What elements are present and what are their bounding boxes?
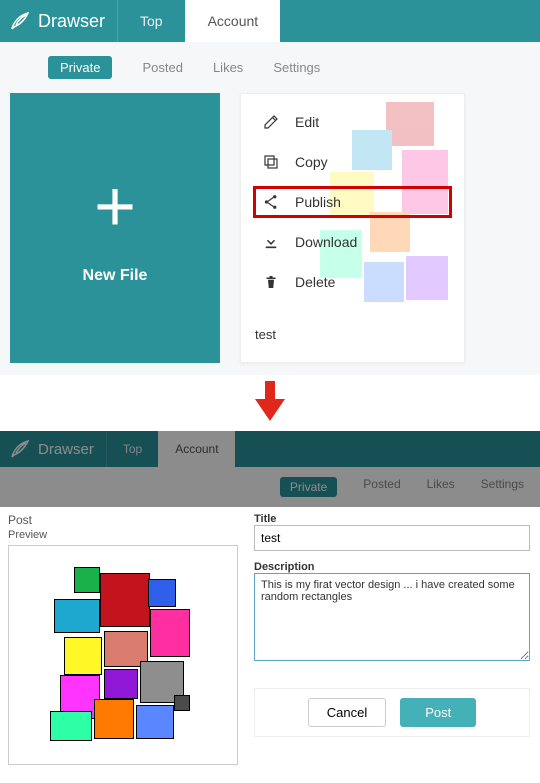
menu-copy[interactable]: Copy bbox=[255, 148, 450, 176]
menu-download[interactable]: Download bbox=[255, 228, 450, 256]
file-context-menu: Edit Copy Publish Download Delete bbox=[255, 108, 450, 296]
brand-dimmed: Drawser bbox=[0, 431, 106, 467]
file-name: test bbox=[255, 327, 276, 342]
preview-label: Preview bbox=[8, 529, 238, 541]
menu-edit-label: Edit bbox=[295, 114, 319, 130]
menu-publish-label: Publish bbox=[295, 194, 341, 210]
trash-icon bbox=[261, 272, 281, 292]
subtab-settings[interactable]: Settings bbox=[273, 60, 320, 75]
brand-name: Drawser bbox=[38, 11, 105, 32]
subtab-settings-dimmed: Settings bbox=[481, 477, 524, 497]
dialog-buttons: Cancel Post bbox=[254, 688, 530, 737]
state-before: Drawser Top Account Private Posted Likes… bbox=[0, 0, 540, 375]
preview-box bbox=[8, 545, 238, 765]
post-heading: Post bbox=[8, 513, 238, 527]
tab-account[interactable]: Account bbox=[185, 0, 281, 42]
artwork-preview bbox=[48, 565, 198, 745]
tab-top[interactable]: Top bbox=[117, 0, 185, 42]
description-label: Description bbox=[254, 561, 530, 573]
state-after: Drawser Top Account Private Posted Likes… bbox=[0, 431, 540, 783]
tab-account-dimmed: Account bbox=[158, 431, 234, 467]
tab-top-dimmed: Top bbox=[106, 431, 158, 467]
plus-icon: + bbox=[94, 171, 136, 243]
menu-download-label: Download bbox=[295, 234, 357, 250]
feather-icon bbox=[8, 437, 32, 461]
subtab-likes[interactable]: Likes bbox=[213, 60, 243, 75]
description-input[interactable]: This is my firat vector design ... i hav… bbox=[254, 573, 530, 661]
subtab-posted-dimmed: Posted bbox=[363, 477, 400, 497]
flow-arrow bbox=[0, 375, 540, 431]
top-nav: Drawser Top Account bbox=[0, 0, 540, 42]
subtab-posted[interactable]: Posted bbox=[142, 60, 182, 75]
post-dialog: Post Preview bbox=[0, 507, 540, 783]
cancel-button[interactable]: Cancel bbox=[308, 698, 386, 727]
post-button[interactable]: Post bbox=[400, 698, 476, 727]
account-subtabs: Private Posted Likes Settings bbox=[0, 42, 540, 93]
share-icon bbox=[261, 192, 281, 212]
new-file-label: New File bbox=[83, 267, 148, 285]
title-input[interactable] bbox=[254, 525, 530, 551]
top-nav-dimmed: Drawser Top Account bbox=[0, 431, 540, 467]
download-icon bbox=[261, 232, 281, 252]
file-cards: + New File Edit Copy bbox=[0, 93, 540, 363]
file-card[interactable]: Edit Copy Publish Download Delete bbox=[240, 93, 465, 363]
menu-copy-label: Copy bbox=[295, 154, 328, 170]
edit-icon bbox=[261, 112, 281, 132]
arrow-down-icon bbox=[253, 381, 287, 421]
account-subtabs-dimmed: Private Posted Likes Settings bbox=[0, 467, 540, 507]
title-label: Title bbox=[254, 513, 530, 525]
subtab-likes-dimmed: Likes bbox=[427, 477, 455, 497]
subtab-private-dimmed: Private bbox=[280, 477, 337, 497]
brand-name-dimmed: Drawser bbox=[38, 441, 94, 458]
new-file-button[interactable]: + New File bbox=[10, 93, 220, 363]
menu-publish[interactable]: Publish bbox=[255, 188, 450, 216]
feather-icon bbox=[8, 9, 32, 33]
menu-delete-label: Delete bbox=[295, 274, 335, 290]
menu-delete[interactable]: Delete bbox=[255, 268, 450, 296]
copy-icon bbox=[261, 152, 281, 172]
menu-edit[interactable]: Edit bbox=[255, 108, 450, 136]
brand[interactable]: Drawser bbox=[0, 0, 117, 42]
subtab-private[interactable]: Private bbox=[48, 56, 112, 79]
